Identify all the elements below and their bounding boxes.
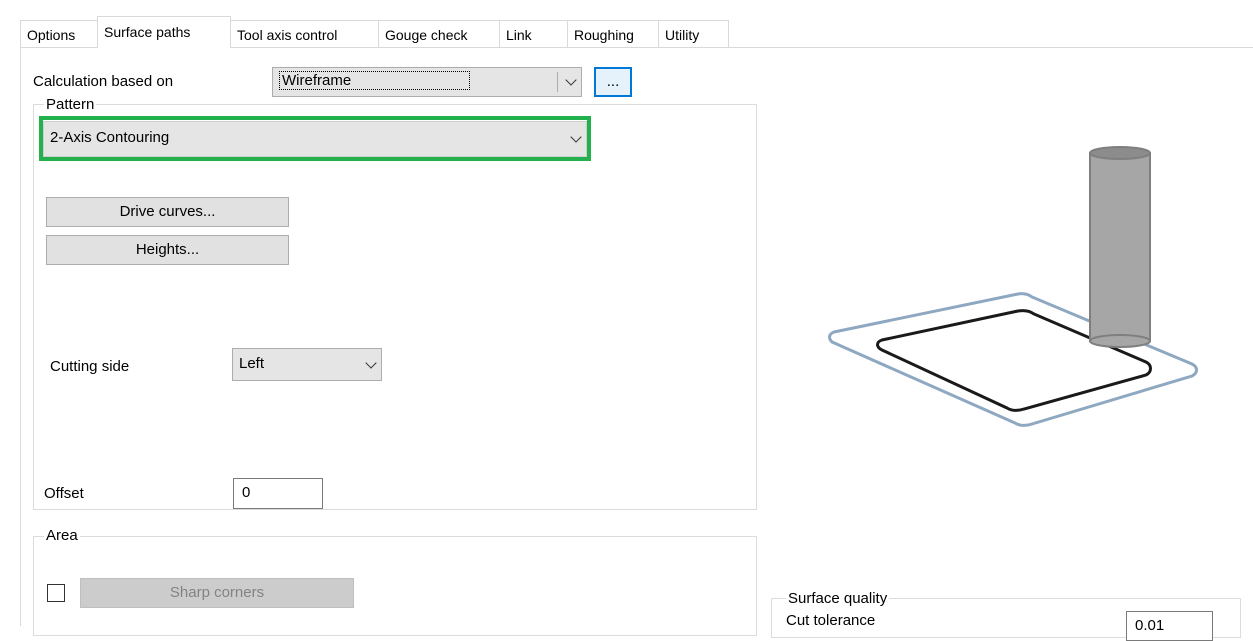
tab-gouge-check[interactable]: Gouge check xyxy=(378,20,500,47)
tab-label: Roughing xyxy=(574,27,634,43)
tab-label: Tool axis control xyxy=(237,27,338,43)
pattern-group-title: Pattern xyxy=(44,96,97,113)
chevron-down-icon xyxy=(565,74,577,86)
offset-label: Offset xyxy=(44,485,84,502)
chevron-down-icon xyxy=(570,131,582,143)
heights-label: Heights... xyxy=(135,241,200,258)
sharp-corners-button[interactable]: Sharp corners xyxy=(80,578,354,608)
cut-tolerance-label: Cut tolerance xyxy=(786,612,876,629)
browse-label: ... xyxy=(606,73,620,90)
tab-link[interactable]: Link xyxy=(499,20,568,47)
drive-curves-button[interactable]: Drive curves... xyxy=(46,197,289,227)
tab-label: Gouge check xyxy=(385,27,468,43)
toolpath-preview-illustration xyxy=(828,146,1198,427)
calculation-value: Wireframe xyxy=(279,71,471,90)
tab-label: Utility xyxy=(665,27,700,43)
tab-utility[interactable]: Utility xyxy=(658,20,729,47)
offset-input[interactable]: 0 xyxy=(233,478,323,509)
drive-curves-label: Drive curves... xyxy=(119,203,216,220)
tab-options[interactable]: Options xyxy=(20,20,98,47)
tab-tool-axis-control[interactable]: Tool axis control xyxy=(230,20,379,47)
tab-label: Surface paths xyxy=(104,24,191,40)
tab-surface-paths[interactable]: Surface paths xyxy=(97,16,231,48)
cutting-side-label: Cutting side xyxy=(50,358,130,375)
surface-quality-group-title: Surface quality xyxy=(786,590,890,607)
calculation-based-on-label: Calculation based on xyxy=(33,73,174,90)
area-group-title: Area xyxy=(44,527,80,544)
pattern-group xyxy=(33,104,757,510)
browse-button[interactable]: ... xyxy=(594,67,632,97)
pattern-value: 2-Axis Contouring xyxy=(50,129,170,146)
cut-tolerance-input[interactable]: 0.01 xyxy=(1126,611,1213,641)
chevron-down-icon xyxy=(365,356,377,369)
sharp-corners-label: Sharp corners xyxy=(169,584,265,601)
cutting-tool-icon xyxy=(1089,146,1151,348)
calculation-based-on-dropdown[interactable]: Wireframe xyxy=(272,67,582,97)
tab-roughing[interactable]: Roughing xyxy=(567,20,659,47)
tab-label: Options xyxy=(27,27,76,43)
cutting-side-dropdown[interactable]: Left xyxy=(232,348,382,381)
dropdown-separator xyxy=(557,72,558,92)
heights-button[interactable]: Heights... xyxy=(46,235,289,265)
sharp-corners-checkbox[interactable] xyxy=(47,584,65,602)
cutting-side-value: Left xyxy=(239,355,265,372)
tab-label: Link xyxy=(506,27,532,43)
pattern-dropdown[interactable]: 2-Axis Contouring xyxy=(43,121,587,157)
